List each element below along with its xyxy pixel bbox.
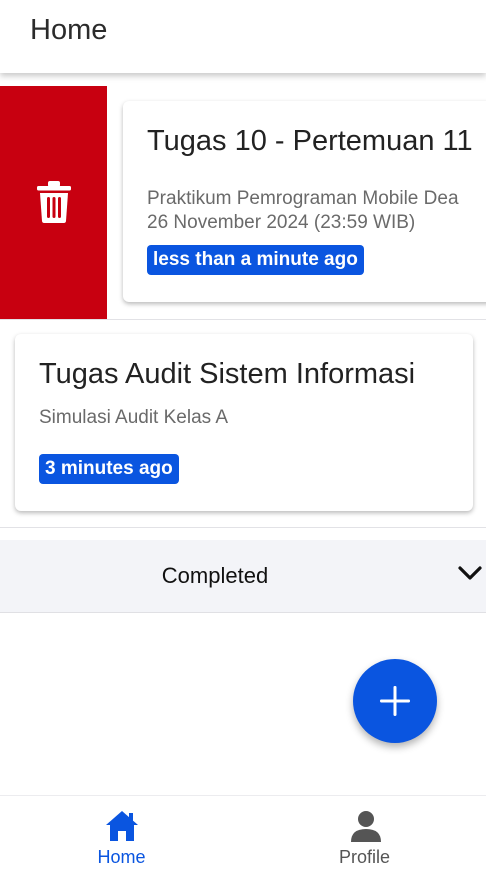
list-divider <box>0 527 486 528</box>
task-card[interactable]: Tugas Audit Sistem Informasi Simulasi Au… <box>15 334 473 511</box>
task-card[interactable]: Tugas 10 - Pertemuan 11 Praktikum Pemrog… <box>123 101 486 302</box>
task-subtitle: Praktikum Pemrograman Mobile Dea <box>147 188 459 209</box>
nav-item-profile[interactable]: Profile <box>243 796 486 875</box>
chevron-down-icon[interactable] <box>457 564 483 582</box>
task-title: Tugas 10 - Pertemuan 11 <box>147 125 473 157</box>
page-title: Home <box>30 14 108 46</box>
list-divider <box>0 319 486 320</box>
add-task-button[interactable] <box>353 659 437 743</box>
completed-label: Completed <box>161 563 269 588</box>
home-icon <box>106 811 138 841</box>
nav-label-profile: Profile <box>338 847 391 867</box>
bottom-navigation: Home Profile <box>0 795 486 875</box>
delete-action-background[interactable] <box>0 86 107 319</box>
task-deadline: 26 November 2024 (23:59 WIB) <box>147 212 416 233</box>
nav-label-home: Home <box>97 847 146 867</box>
app-bar: Home <box>0 0 486 73</box>
plus-icon <box>380 686 410 716</box>
time-ago-badge: less than a minute ago <box>147 245 364 275</box>
task-subtitle: Simulasi Audit Kelas A <box>39 407 229 428</box>
task-row-swiped[interactable]: Tugas 10 - Pertemuan 11 Praktikum Pemrog… <box>0 86 486 319</box>
person-icon <box>351 811 381 842</box>
app-screen: Home Tugas 10 - Pertemuan 11 Praktikum P… <box>0 0 486 875</box>
completed-section-header[interactable]: Completed <box>0 540 486 613</box>
nav-item-home[interactable]: Home <box>0 796 243 875</box>
task-title: Tugas Audit Sistem Informasi <box>39 358 416 390</box>
time-ago-badge: 3 minutes ago <box>39 454 179 484</box>
trash-icon[interactable] <box>37 181 71 223</box>
